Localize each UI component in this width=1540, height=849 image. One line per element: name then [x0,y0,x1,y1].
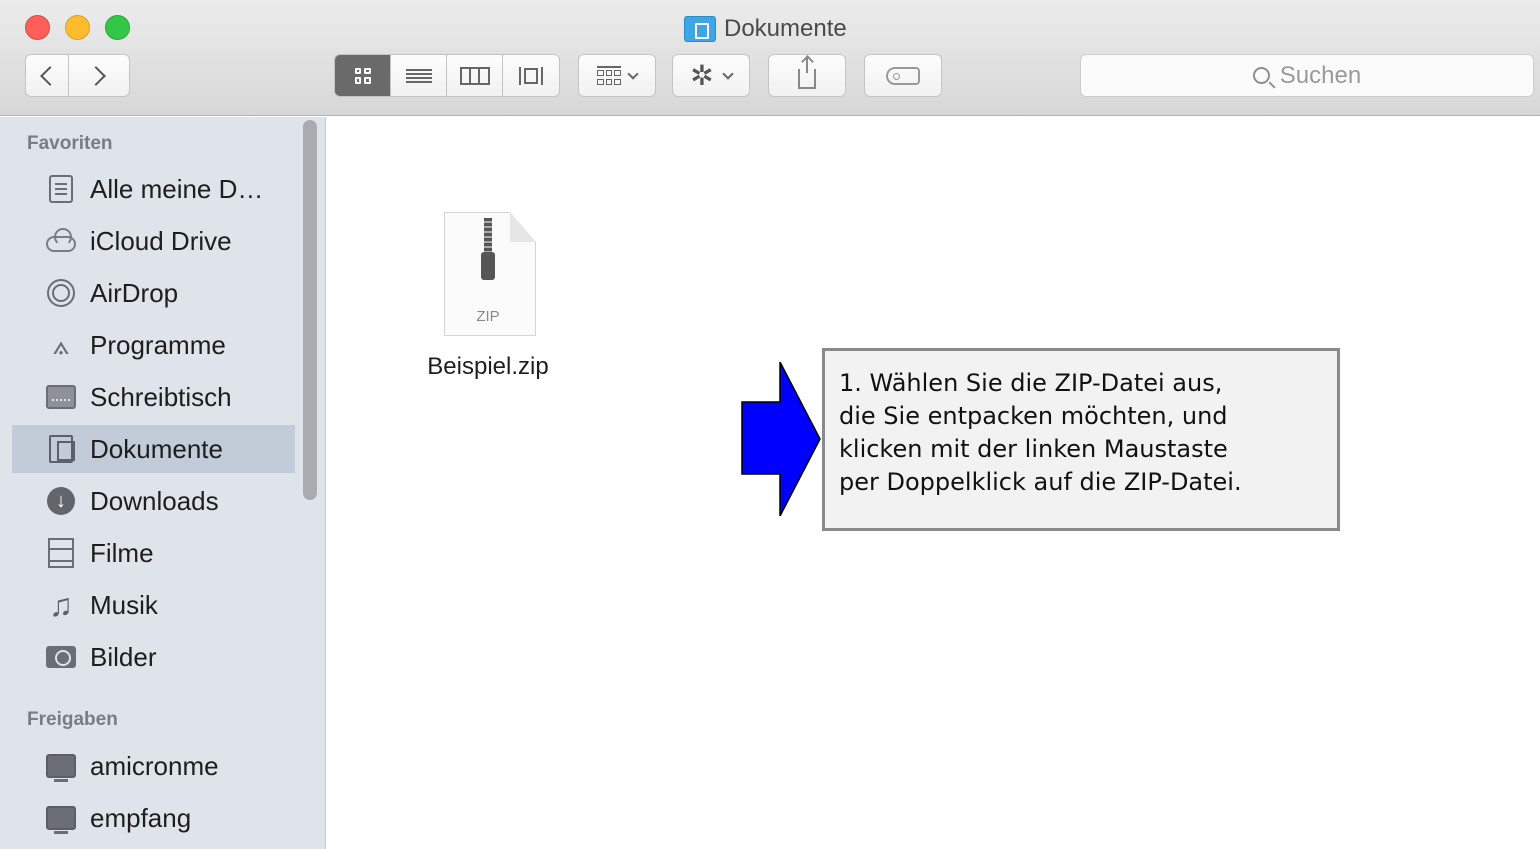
file-item-zip[interactable]: ZIP Beispiel.zip [412,208,564,388]
sidebar-item-dokumente[interactable]: Dokumente [12,425,295,473]
back-button[interactable] [25,54,69,97]
chevron-down-icon [627,67,639,80]
close-window-button[interactable] [25,15,50,40]
sidebar-item-airdrop[interactable]: AirDrop [12,269,295,317]
zoom-window-button[interactable] [105,15,130,40]
columns-icon [459,66,490,85]
callout-line: die Sie entpacken möchten, und [839,402,1228,430]
sidebar-item-label: Programme [90,329,226,360]
icon-grid-icon [354,67,371,84]
monitor-icon [46,751,76,782]
sidebar-item-label: Musik [90,589,158,620]
sidebar-item-label: amicronme [90,750,219,781]
sidebar-item-bilder[interactable]: Bilder [12,633,295,681]
arrange-button[interactable] [578,54,656,97]
coverflow-view-button[interactable] [503,55,559,96]
chevron-down-icon [722,67,734,80]
sidebar-item-musik[interactable]: ♫ Musik [12,581,295,629]
sidebar-item-label: iCloud Drive [90,225,232,256]
camera-icon [46,642,76,672]
sidebar-scrollbar[interactable] [303,120,317,500]
sidebar-item-label: Filme [90,537,154,568]
forward-button[interactable] [68,54,130,97]
shares-header: Freigaben [27,709,118,730]
sidebar: Favoriten Alle meine D… iCloud Drive Air… [0,117,326,849]
file-name: Beispiel.zip [427,353,549,380]
sidebar-item-downloads[interactable]: ↓ Downloads [12,477,295,525]
search-icon [1252,67,1270,84]
chevron-right-icon [86,65,106,86]
sidebar-item-amicronme[interactable]: amicronme [12,742,295,790]
window-title-text: Dokumente [724,15,847,42]
share-button[interactable] [768,54,846,97]
search-placeholder: Suchen [1279,61,1362,89]
icon-view-button[interactable] [335,55,391,96]
sidebar-item-icloud-drive[interactable]: iCloud Drive [12,217,295,265]
sidebar-item-filme[interactable]: Filme [12,529,295,577]
column-view-button[interactable] [447,55,503,96]
list-view-button[interactable] [391,55,447,96]
favorites-header: Favoriten [27,133,113,154]
all-documents-icon [46,174,76,204]
monitor-icon [46,803,76,834]
music-icon: ♫ [49,587,73,623]
sidebar-item-programme[interactable]: ⟑ Programme [12,321,295,369]
view-mode-selector [334,54,560,97]
chevron-left-icon [40,65,60,86]
sidebar-item-label: Schreibtisch [90,381,232,412]
sidebar-item-empfang[interactable]: empfang [12,794,295,842]
sidebar-item-label: Bilder [90,641,157,672]
tag-icon [886,66,920,85]
film-icon [46,538,76,568]
documents-icon [46,434,76,464]
gear-icon: ✲ [690,59,714,91]
airdrop-icon [46,278,76,308]
callout-line: per Doppelklick auf die ZIP-Datei. [839,468,1242,496]
arrange-grid-icon [597,65,621,86]
cloud-icon [46,226,76,256]
callout-line: 1. Wählen Sie die ZIP-Datei aus, [839,369,1223,397]
desktop-icon [46,382,76,412]
sidebar-item-schreibtisch[interactable]: Schreibtisch [12,373,295,421]
instruction-callout: 1. Wählen Sie die ZIP-Datei aus, die Sie… [822,348,1340,531]
minimize-window-button[interactable] [65,15,90,40]
sidebar-item-label: AirDrop [90,277,179,308]
sidebar-item-label: Dokumente [90,433,223,464]
window-toolbar: Dokumente ✲ Suchen [0,0,1540,116]
search-input[interactable]: Suchen [1080,54,1534,97]
action-button[interactable]: ✲ [672,54,750,97]
sidebar-item-label: Alle meine D… [90,173,264,204]
zipper-pull [481,252,495,280]
applications-icon: ⟑ [52,329,70,360]
download-icon: ↓ [46,486,76,516]
sidebar-item-label: empfang [90,802,192,833]
coverflow-icon [519,66,543,85]
sidebar-item-label: Downloads [90,485,219,516]
folder-icon [684,16,716,42]
callout-arrow-icon [741,362,821,516]
tags-button[interactable] [864,54,942,97]
callout-line: klicken mit der linken Maustaste [839,435,1228,463]
file-type-label: ZIP [476,308,500,325]
list-icon [405,68,432,83]
window-title: Dokumente [684,14,847,44]
share-icon [798,56,816,89]
sidebar-item-all-documents[interactable]: Alle meine D… [12,165,295,213]
